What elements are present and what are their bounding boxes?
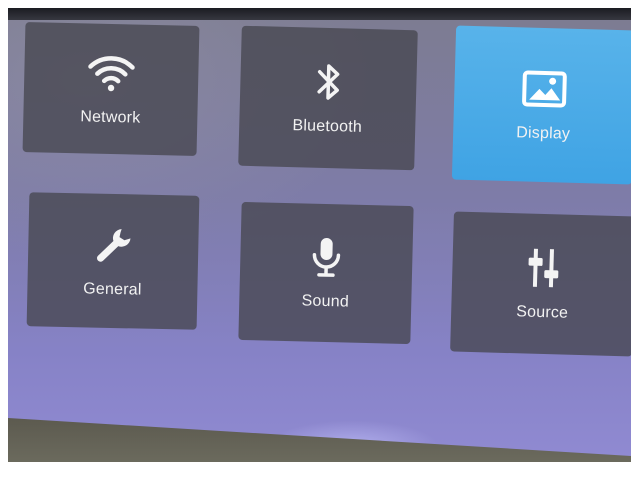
bluetooth-icon xyxy=(313,60,344,105)
tile-label-general: General xyxy=(83,280,142,299)
image-icon xyxy=(521,66,568,111)
microphone-icon xyxy=(309,235,344,280)
tile-bluetooth[interactable]: Bluetooth xyxy=(238,25,418,171)
tile-display[interactable]: Display xyxy=(451,25,631,185)
tile-label-display: Display xyxy=(516,124,571,143)
tile-label-source: Source xyxy=(516,303,569,322)
tile-label-bluetooth: Bluetooth xyxy=(292,117,363,136)
tile-label-network: Network xyxy=(80,108,141,127)
wifi-icon xyxy=(86,50,137,95)
sliders-icon xyxy=(523,245,564,290)
photo-frame: Network Bluetooth Display General Sound … xyxy=(0,0,631,479)
tile-source[interactable]: Source xyxy=(450,211,631,357)
wrench-icon xyxy=(91,223,136,268)
tile-network[interactable]: Network xyxy=(22,22,200,156)
tile-label-sound: Sound xyxy=(301,292,350,311)
tile-sound[interactable]: Sound xyxy=(238,201,414,345)
tile-general[interactable]: General xyxy=(26,192,200,330)
